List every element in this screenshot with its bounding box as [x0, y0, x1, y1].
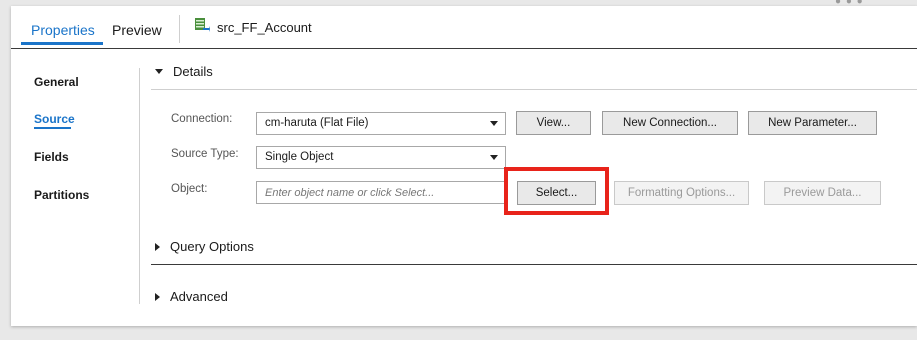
- select-button-highlight: [504, 167, 609, 215]
- properties-panel: Properties Preview src_FF_Account Genera…: [11, 6, 917, 326]
- object-name-input[interactable]: [256, 181, 506, 204]
- tab-preview[interactable]: Preview: [112, 22, 162, 38]
- query-options-divider: [151, 264, 917, 265]
- advanced-section-title: Advanced: [170, 289, 228, 304]
- source-type-select[interactable]: Single Object: [256, 146, 506, 169]
- new-parameter-button[interactable]: New Parameter...: [748, 111, 877, 135]
- details-section-header[interactable]: Details: [155, 64, 213, 79]
- tab-properties[interactable]: Properties: [31, 22, 95, 38]
- nav-item-partitions[interactable]: Partitions: [34, 188, 89, 202]
- nav-item-source[interactable]: Source: [34, 112, 75, 126]
- chevron-down-icon: [490, 155, 498, 160]
- view-button[interactable]: View...: [516, 111, 591, 135]
- nav-divider: [139, 68, 140, 304]
- connection-select[interactable]: cm-haruta (Flat File): [256, 112, 506, 135]
- query-options-section-header[interactable]: Query Options: [155, 239, 254, 254]
- new-connection-button[interactable]: New Connection...: [602, 111, 738, 135]
- preview-data-button[interactable]: Preview Data...: [764, 181, 881, 205]
- details-divider: [151, 89, 917, 90]
- query-options-section-title: Query Options: [170, 239, 254, 254]
- header-divider: [11, 48, 917, 49]
- active-tab-indicator: [21, 42, 103, 45]
- object-label: Object:: [171, 183, 208, 195]
- nav-item-fields[interactable]: Fields: [34, 150, 69, 164]
- more-dots-icon[interactable]: ● ● ●: [835, 0, 864, 7]
- source-type-label: Source Type:: [171, 148, 239, 160]
- flat-file-source-icon: [195, 18, 210, 32]
- connection-value: cm-haruta (Flat File): [265, 117, 369, 129]
- nav-item-general[interactable]: General: [34, 75, 79, 89]
- details-section-title: Details: [173, 64, 213, 79]
- object-title: src_FF_Account: [217, 20, 312, 35]
- source-type-value: Single Object: [265, 151, 334, 163]
- nav-active-indicator: [34, 127, 71, 129]
- chevron-down-icon: [490, 121, 498, 126]
- advanced-section-header[interactable]: Advanced: [155, 289, 228, 304]
- caret-right-icon: [155, 292, 160, 301]
- tab-divider: [179, 15, 180, 43]
- caret-down-icon: [155, 69, 163, 74]
- formatting-options-button[interactable]: Formatting Options...: [614, 181, 749, 205]
- connection-label: Connection:: [171, 113, 233, 125]
- caret-right-icon: [155, 242, 160, 251]
